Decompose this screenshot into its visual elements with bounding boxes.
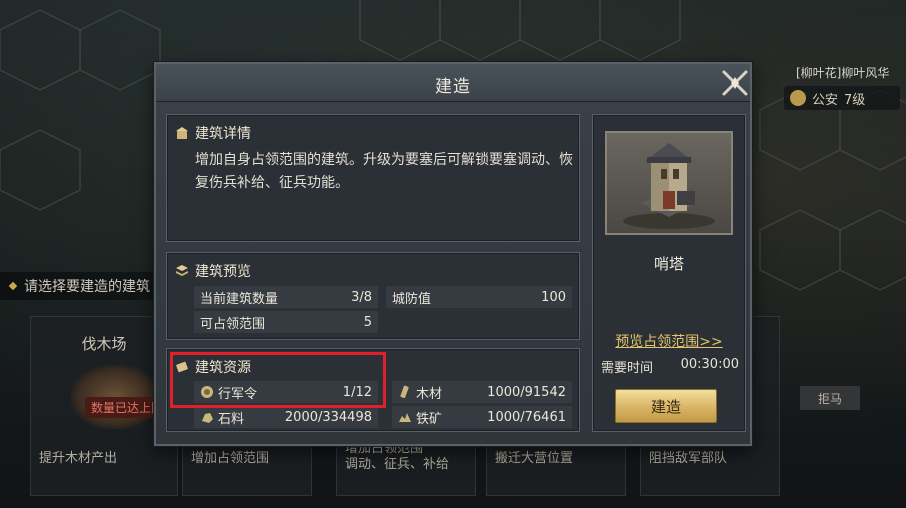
building-summary-panel: 哨塔 预览占领范围>> 需要时间 00:30:00 建造 xyxy=(592,114,746,432)
wood-icon xyxy=(400,385,409,399)
details-panel: 建筑详情 增加自身占领范围的建筑。升级为要塞后可解锁要塞调动、恢复伤兵补给、征兵… xyxy=(166,114,580,242)
player-name: [柳叶花]柳叶风华 xyxy=(796,66,890,80)
row-label: 可占领范围 xyxy=(200,316,266,332)
security-icon xyxy=(790,90,806,106)
resource-value: 1/12 xyxy=(342,384,372,400)
card-desc: 阻挡敌军部队 xyxy=(649,451,728,466)
close-button[interactable] xyxy=(714,62,756,104)
row-label: 城防值 xyxy=(392,291,432,307)
building-thumbnail xyxy=(605,131,733,235)
security-level-chip[interactable]: 公安 7级 xyxy=(784,86,900,110)
building-description: 增加自身占领范围的建筑。升级为要塞后可解锁要塞调动、恢复伤兵补给、征兵功能。 xyxy=(195,152,573,191)
iron-icon xyxy=(399,413,411,422)
time-value: 00:30:00 xyxy=(680,357,739,372)
select-hint-text: 请选择要建造的建筑 xyxy=(24,279,150,295)
preview-range-link[interactable]: 预览占领范围>> xyxy=(593,331,745,351)
select-building-hint: 请选择要建造的建筑 xyxy=(0,272,160,300)
watchtower-image xyxy=(623,143,715,229)
building-icon xyxy=(176,127,188,139)
card-desc: 搬迁大营位置 xyxy=(495,451,574,466)
building-name: 哨塔 xyxy=(653,255,684,273)
details-heading-text: 建筑详情 xyxy=(195,126,251,142)
resource-value: 1000/91542 xyxy=(487,384,566,400)
resource-wood: 木材 1000/91542 xyxy=(392,381,572,403)
dialog-title: 建造 xyxy=(435,77,471,97)
preview-row-count: 当前建筑数量 3/8 xyxy=(194,286,378,308)
security-label: 公安 xyxy=(812,92,839,108)
time-label: 需要时间 xyxy=(601,361,654,376)
preview-icon xyxy=(176,265,188,276)
card-desc: 增加占领范围 xyxy=(191,451,270,466)
preview-heading-text: 建筑预览 xyxy=(195,264,251,280)
resource-label: 石料 xyxy=(218,411,245,427)
diamond-icon xyxy=(8,281,18,291)
resources-icon xyxy=(176,361,188,373)
row-value: 5 xyxy=(363,314,372,330)
resource-label: 行军令 xyxy=(218,386,258,402)
preview-row-defense: 城防值 100 xyxy=(386,286,572,308)
preview-heading: 建筑预览 xyxy=(175,261,251,281)
resource-iron: 铁矿 1000/76461 xyxy=(392,406,572,428)
security-level: 7级 xyxy=(844,92,866,108)
stone-icon xyxy=(202,413,213,423)
resources-heading: 建筑资源 xyxy=(175,357,251,377)
march-order-icon xyxy=(201,386,213,398)
details-heading: 建筑详情 xyxy=(175,123,251,143)
row-value: 3/8 xyxy=(351,289,372,305)
resource-label: 铁矿 xyxy=(416,411,443,427)
resource-stone: 石料 2000/334498 xyxy=(194,406,378,428)
resource-value: 1000/76461 xyxy=(487,409,566,425)
resource-march-order: 行军令 1/12 xyxy=(194,381,378,403)
resources-heading-text: 建筑资源 xyxy=(195,360,251,376)
barricade-button[interactable]: 拒马 xyxy=(800,386,860,410)
build-button[interactable]: 建造 xyxy=(615,389,717,423)
close-icon xyxy=(722,70,748,96)
resource-value: 2000/334498 xyxy=(284,409,372,425)
row-value: 100 xyxy=(541,289,566,305)
card-desc: 提升木材产出 xyxy=(39,451,118,466)
dialog-header: 建造 xyxy=(156,64,750,102)
preview-row-range: 可占领范围 5 xyxy=(194,311,378,333)
resource-label: 木材 xyxy=(416,386,443,402)
build-time: 需要时间 00:30:00 xyxy=(601,357,739,376)
row-label: 当前建筑数量 xyxy=(200,291,279,307)
